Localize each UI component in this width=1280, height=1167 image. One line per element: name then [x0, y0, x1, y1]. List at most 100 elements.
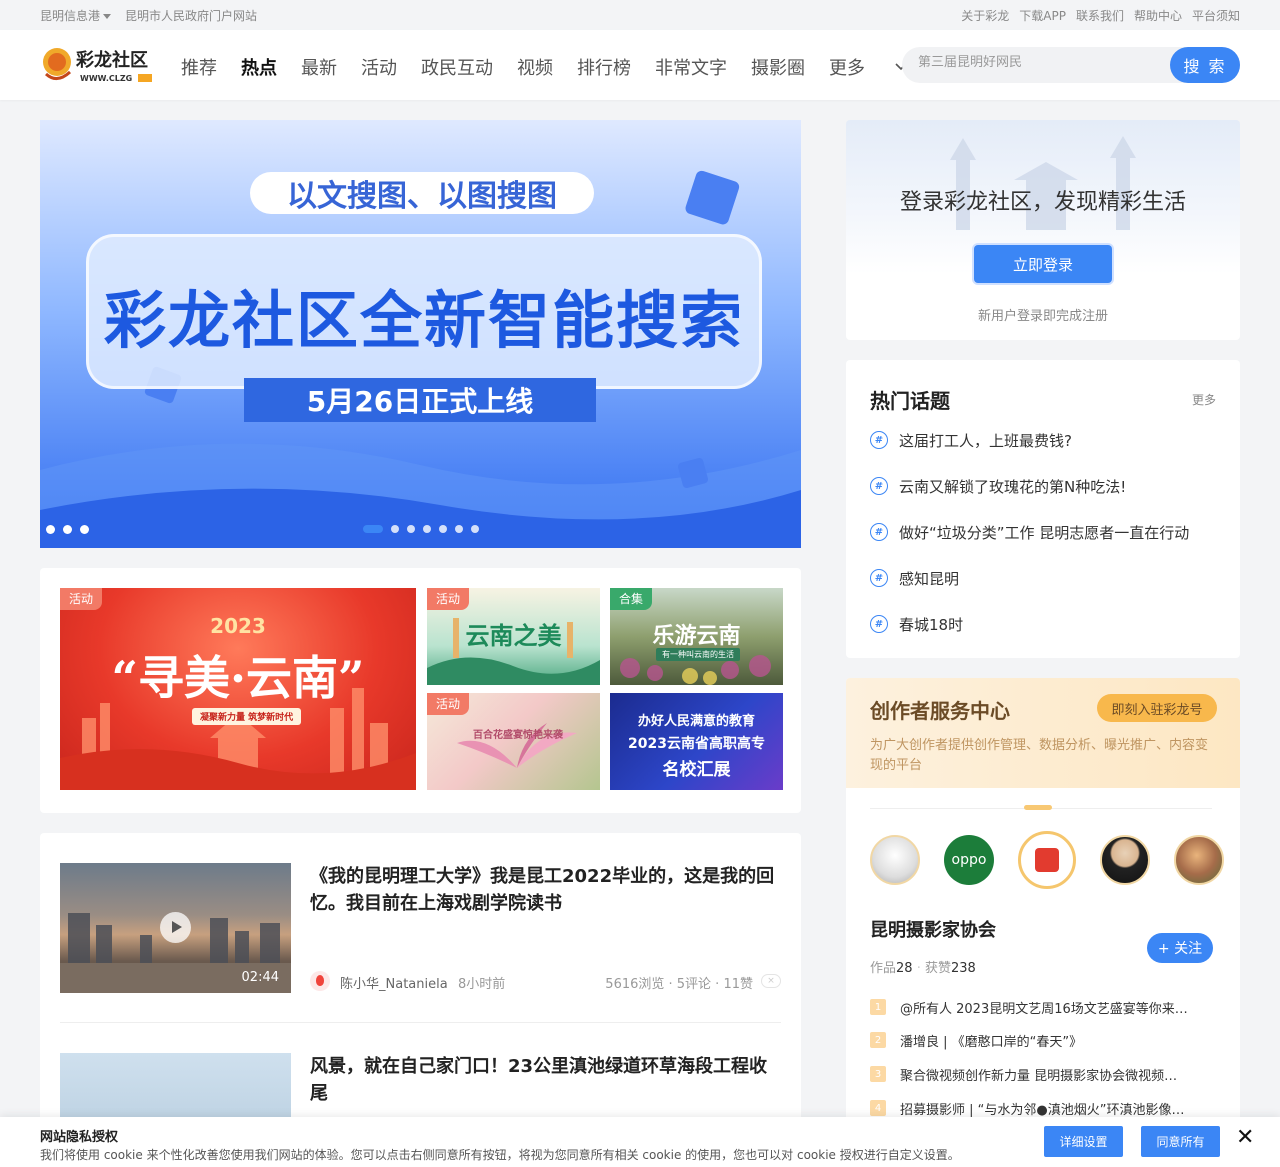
creator-post-item[interactable]: 4 招募摄影师 | “与水为邻●滇池烟火”环滇池影像…	[870, 1097, 1210, 1119]
banner-decor-dots	[46, 525, 89, 534]
cookie-description: 我们将使用 cookie 来个性化改善您使用我们网站的体验。您可以点击右侧同意所…	[40, 1148, 960, 1162]
tile-subtitle: 有一种叫云南的生活	[656, 648, 740, 661]
login-card: 登录彩龙社区，发现精彩生活 立即登录 新用户登录即完成注册	[846, 120, 1240, 340]
promo-tile-xunmei[interactable]: 活动 2023 “寻美·云南” 凝聚新力量 筑梦新时代	[60, 588, 416, 790]
promo-tile-yunnan-beauty[interactable]: 活动 云南之美	[427, 588, 600, 685]
post-title: 潘增良 | 《磨憨口岸的“春天”》	[900, 1034, 1083, 1050]
promo-tile-lily-festival[interactable]: 活动 百合花盛宴惊艳来袭	[427, 693, 600, 790]
top-strip: 昆明信息港 昆明市人民政府门户网站 关于彩龙 下载APP 联系我们 帮助中心 平…	[0, 0, 1280, 30]
hashtag-icon: #	[870, 615, 888, 633]
avatar[interactable]	[870, 835, 920, 885]
login-note: 新用户登录即完成注册	[977, 309, 1108, 324]
creator-header: 创作者服务中心 即刻入驻彩龙号 为广大创作者提供创作管理、数据分析、曝光推广、内…	[846, 678, 1240, 788]
hot-topics-card: 热门话题 更多 # 这届打工人，上班最费钱? # 云南又解锁了玫瑰花的第N种吃法! …	[846, 360, 1240, 658]
play-icon[interactable]	[160, 912, 191, 943]
topic-item[interactable]: # 感知昆明	[870, 566, 959, 590]
post-stats: 5616浏览 · 5评论 · 11赞	[605, 977, 753, 992]
avatar[interactable]	[1174, 835, 1224, 885]
tile-tag: 合集	[610, 588, 653, 610]
nav-writing[interactable]: 非常文字	[655, 54, 727, 80]
tile-subtitle: 2023云南省高职高专	[628, 736, 765, 752]
author-name[interactable]: 陈小华_Nataniela	[340, 973, 448, 992]
banner-page-dot[interactable]	[363, 525, 383, 533]
video-duration: 02:44	[241, 970, 279, 985]
creator-center-card: 创作者服务中心 即刻入驻彩龙号 为广大创作者提供创作管理、数据分析、曝光推广、内…	[846, 678, 1240, 1167]
city-silhouette-art	[950, 136, 1136, 230]
topic-item[interactable]: # 云南又解锁了玫瑰花的第N种吃法!	[870, 474, 1126, 498]
login-button[interactable]: 立即登录	[974, 245, 1112, 283]
gov-portal-link[interactable]: 昆明市人民政府门户网站	[125, 7, 257, 24]
video-thumbnail[interactable]: 02:44	[60, 863, 291, 993]
platform-rules-link[interactable]: 平台须知	[1192, 7, 1240, 24]
tile-subtitle-2: 名校汇展	[662, 760, 731, 780]
hot-topics-more-link[interactable]: 更多	[1192, 391, 1216, 408]
tile-year: 2023	[210, 614, 266, 638]
search-button[interactable]: 搜 索	[1170, 47, 1240, 83]
search-input[interactable]	[918, 55, 1158, 70]
rank-number: 4	[870, 1100, 886, 1116]
creator-name[interactable]: 昆明摄影家协会	[870, 916, 996, 942]
site-switcher[interactable]: 昆明信息港	[40, 7, 112, 24]
tile-title: 云南之美	[465, 621, 562, 650]
hashtag-icon: #	[870, 431, 888, 449]
topic-item[interactable]: # 春城18时	[870, 612, 963, 636]
tile-tag: 活动	[427, 588, 470, 610]
banner-pagination[interactable]	[363, 525, 479, 533]
dislike-button[interactable]: ×	[761, 974, 781, 988]
avatar-oppo[interactable]: oppo	[944, 835, 994, 885]
nav-more[interactable]: 更多	[829, 54, 907, 80]
close-icon[interactable]: ✕	[1236, 1125, 1254, 1150]
avatar[interactable]	[1100, 835, 1150, 885]
avatar-kunming-photographers[interactable]	[1018, 831, 1076, 889]
creator-post-item[interactable]: 2 潘增良 | 《磨憨口岸的“春天”》	[870, 1029, 1210, 1051]
creator-avatars: oppo	[870, 831, 1224, 889]
join-creator-button[interactable]: 即刻入驻彩龙号	[1097, 694, 1217, 722]
site-logo[interactable]: 彩龙社区 WWW.CLZG	[40, 44, 162, 86]
creator-post-item[interactable]: 3 聚合微视频创作新力量 昆明摄影家协会微视频…	[870, 1063, 1210, 1085]
topic-item[interactable]: # 做好“垃圾分类”工作 昆明志愿者一直在行动	[870, 520, 1189, 544]
creator-post-item[interactable]: 1 @所有人 2023昆明文艺周16场文艺盛宴等你来…	[870, 996, 1210, 1018]
about-link[interactable]: 关于彩龙	[961, 7, 1009, 24]
banner-page-dot[interactable]	[407, 525, 415, 533]
article-title[interactable]: 《我的昆明理工大学》我是昆工2022毕业的，这是我的回忆。我目前在上海戏剧学院读…	[310, 863, 780, 917]
hero-banner[interactable]: 以文搜图、以图搜图 彩龙社区全新智能搜索 5月26日正式上线	[40, 120, 801, 548]
contact-link[interactable]: 联系我们	[1076, 7, 1124, 24]
nav-latest[interactable]: 最新	[301, 54, 337, 80]
cookie-consent-bar: 网站隐私授权 我们将使用 cookie 来个性化改善您使用我们网站的体验。您可以…	[0, 1117, 1280, 1167]
download-app-link[interactable]: 下载APP	[1019, 7, 1066, 24]
login-heading: 登录彩龙社区，发现精彩生活	[899, 190, 1186, 215]
rank-number: 3	[870, 1066, 886, 1082]
nav-photography[interactable]: 摄影圈	[751, 54, 805, 80]
hashtag-icon: #	[870, 477, 888, 495]
article-title[interactable]: 风景，就在自己家门口！23公里滇池绿道环草海段工程收尾	[310, 1053, 780, 1107]
main-nav: 推荐 热点 最新 活动 政民互动 视频 排行榜 非常文字 摄影圈 更多	[181, 54, 931, 80]
post-title: 招募摄影师 | “与水为邻●滇池烟火”环滇池影像…	[900, 1102, 1185, 1118]
topic-label: 这届打工人，上班最费钱?	[899, 431, 1072, 450]
nav-ranking[interactable]: 排行榜	[577, 54, 631, 80]
promo-tile-education-expo[interactable]: 办好人民满意的教育 2023云南省高职高专 名校汇展	[610, 693, 783, 790]
help-link[interactable]: 帮助中心	[1134, 7, 1182, 24]
nav-gov-interaction[interactable]: 政民互动	[421, 54, 493, 80]
likes-count: 238	[950, 961, 976, 976]
cookie-accept-button[interactable]: 同意所有	[1141, 1126, 1220, 1157]
topic-item[interactable]: # 这届打工人，上班最费钱?	[870, 428, 1072, 452]
nav-hot[interactable]: 热点	[241, 54, 277, 80]
banner-page-dot[interactable]	[471, 525, 479, 533]
cookie-settings-button[interactable]: 详细设置	[1044, 1126, 1123, 1157]
hashtag-icon: #	[870, 523, 888, 541]
tile-title: “寻美·云南”	[111, 651, 365, 705]
promo-tile-leyou-yunnan[interactable]: 合集 乐游云南 有一种叫云南的生活	[610, 588, 783, 685]
svg-text:彩龙社区: 彩龙社区	[75, 49, 148, 71]
nav-activities[interactable]: 活动	[361, 54, 397, 80]
banner-page-dot[interactable]	[439, 525, 447, 533]
banner-page-dot[interactable]	[423, 525, 431, 533]
banner-page-dot[interactable]	[391, 525, 399, 533]
banner-page-dot[interactable]	[455, 525, 463, 533]
follow-button[interactable]: + 关注	[1147, 933, 1213, 963]
nav-recommend[interactable]: 推荐	[181, 54, 217, 80]
banner-pill-text: 以文搜图、以图搜图	[250, 172, 594, 214]
author-avatar[interactable]	[310, 971, 330, 991]
nav-video[interactable]: 视频	[517, 54, 553, 80]
rank-number: 1	[870, 999, 886, 1015]
post-time: 8小时前	[458, 977, 506, 992]
